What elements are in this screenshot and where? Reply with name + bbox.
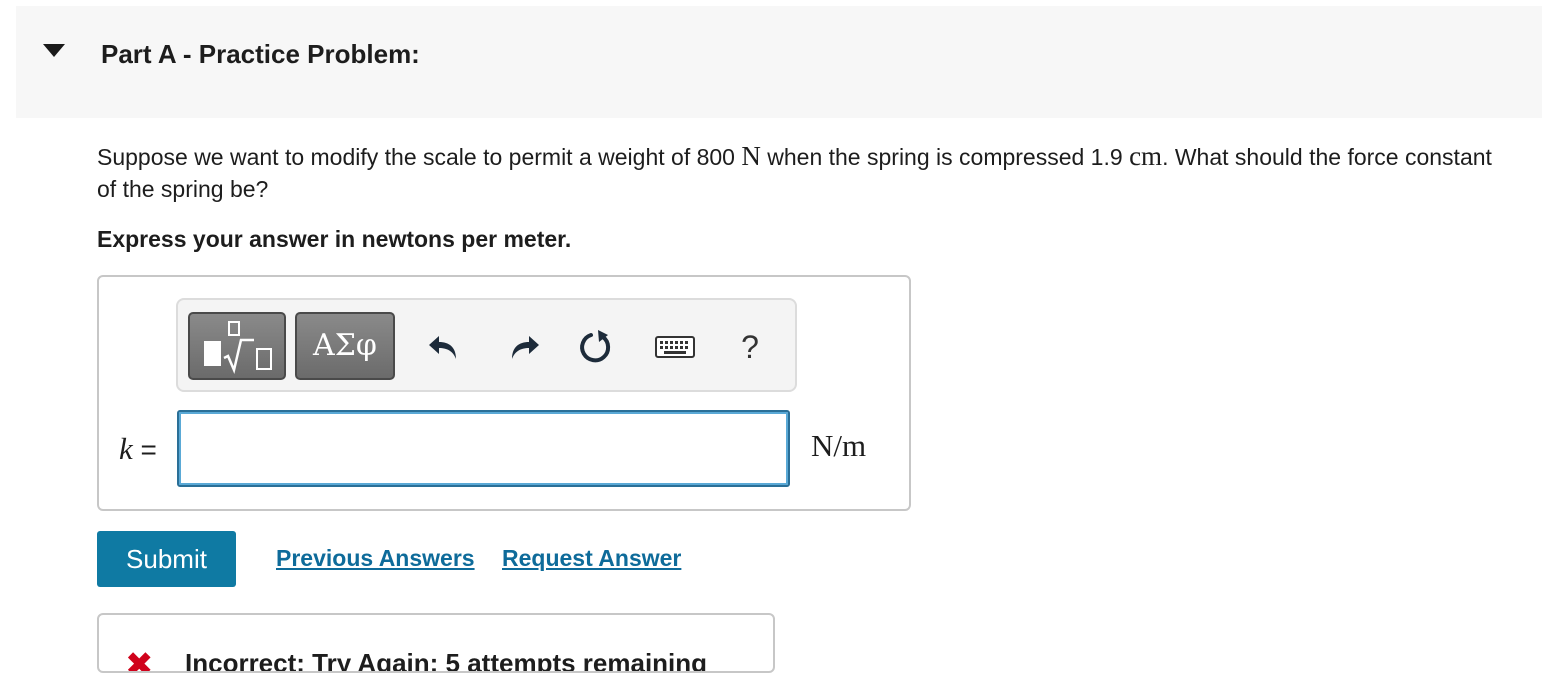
feedback-box: ✖ Incorrect; Try Again; 5 attempts remai… [97, 613, 775, 673]
answer-units: N/m [811, 428, 867, 463]
previous-answers-link[interactable]: Previous Answers [276, 545, 475, 572]
answer-variable-label: k = [119, 431, 157, 467]
feedback-text: Incorrect; Try Again; 5 attempts remaini… [185, 648, 708, 673]
caret-down-icon[interactable] [43, 44, 65, 57]
request-answer-link[interactable]: Request Answer [502, 545, 681, 572]
incorrect-x-icon: ✖ [125, 645, 154, 673]
reset-icon[interactable] [576, 327, 616, 367]
templates-sqrt-icon [223, 321, 272, 374]
greek-symbols-label: ΑΣφ [313, 328, 377, 363]
help-button[interactable]: ? [730, 327, 770, 367]
compression-unit: cm [1129, 141, 1163, 171]
math-toolbar: ΑΣφ ? [176, 298, 797, 392]
question-text-2: when the spring is compressed 1.9 [760, 144, 1130, 170]
part-title: Part A - Practice Problem: [101, 39, 420, 69]
part-header: Part A - Practice Problem: [16, 6, 1542, 118]
answer-box: ΑΣφ ? k = N/m [97, 275, 911, 511]
greek-symbols-button[interactable]: ΑΣφ [295, 312, 395, 380]
answer-instruction: Express your answer in newtons per meter… [97, 226, 572, 252]
submit-button[interactable]: Submit [97, 531, 236, 587]
equals-sign: = [132, 434, 157, 465]
question-text: Suppose we want to modify the scale to p… [97, 140, 1517, 205]
answer-input[interactable] [177, 410, 790, 487]
undo-icon[interactable] [425, 327, 465, 367]
help-icon: ? [741, 329, 759, 365]
redo-icon[interactable] [503, 327, 543, 367]
keyboard-icon[interactable] [652, 327, 698, 367]
question-text-1: Suppose we want to modify the scale to p… [97, 144, 742, 170]
templates-button[interactable] [188, 312, 286, 380]
variable-symbol: k [119, 431, 133, 466]
weight-unit: N [741, 141, 761, 171]
templates-block-icon [204, 341, 221, 366]
